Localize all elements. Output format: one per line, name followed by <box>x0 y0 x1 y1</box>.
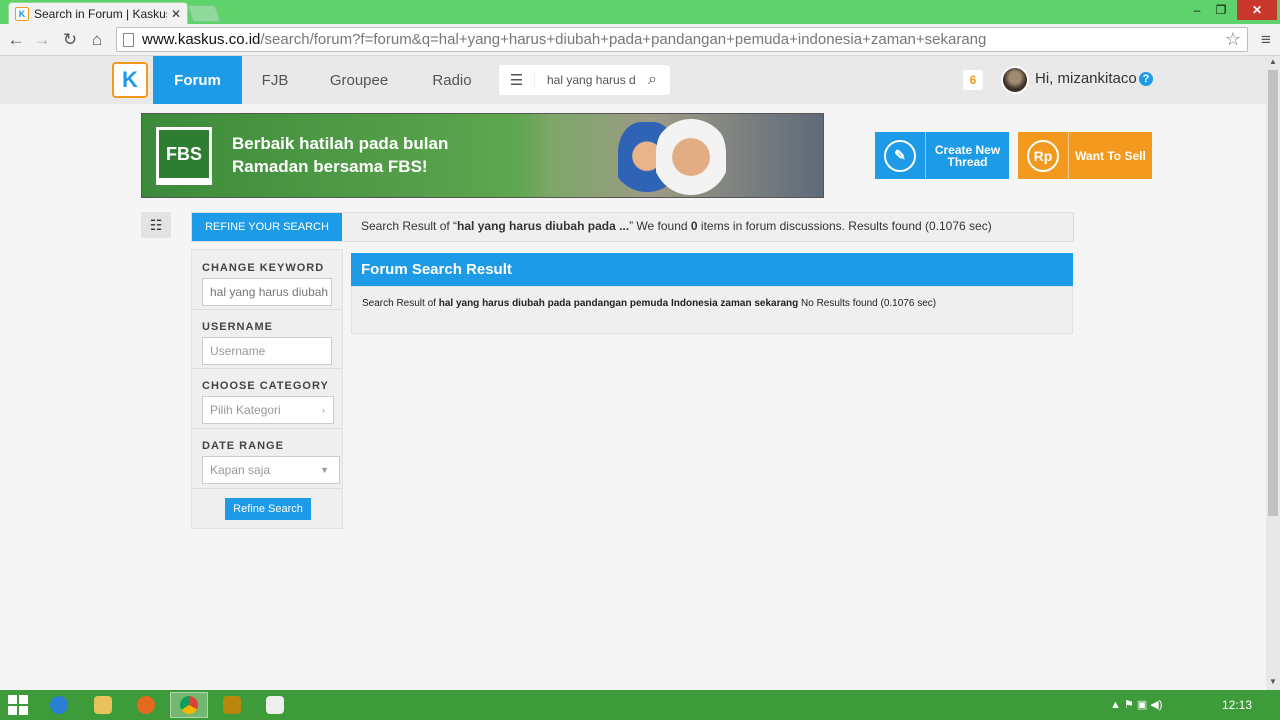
search-icon[interactable]: ⌕ <box>635 71 670 89</box>
results-body: Search Result of hal yang harus diubah p… <box>351 286 1073 334</box>
page-scrollbar[interactable]: ▲ ▼ <box>1266 56 1280 690</box>
chrome-icon[interactable] <box>170 692 208 718</box>
kaskus-logo[interactable]: K <box>112 62 148 98</box>
nav-fjb[interactable]: FJB <box>252 56 298 104</box>
create-thread-label: Create New Thread <box>934 142 1001 169</box>
date-label: DATE RANGE <box>202 440 284 452</box>
create-thread-button[interactable]: ✎ Create New Thread <box>875 132 1009 179</box>
browser-titlebar: K Search in Forum | Kaskus ✕ – ❐ ✕ <box>0 0 1280 24</box>
notification-badge[interactable]: 6 <box>963 70 983 90</box>
keyword-section: CHANGE KEYWORD hal yang harus diubah <box>192 250 342 310</box>
avatar[interactable] <box>1001 66 1029 94</box>
chevron-right-icon: › <box>322 405 325 415</box>
scroll-thumb[interactable] <box>1268 70 1278 516</box>
nav-forum[interactable]: Forum <box>153 56 242 104</box>
nav-search[interactable]: ☰ hal yang harus diubah ⌕ <box>499 65 670 95</box>
tab-refine-your-search[interactable]: REFINE YOUR SEARCH <box>192 213 342 241</box>
want-to-sell-label: Want To Sell <box>1075 148 1146 163</box>
back-arrow-icon[interactable]: ← <box>4 28 28 52</box>
fbs-ad-banner[interactable]: FBS Berbaik hatilah pada bulan Ramadan b… <box>141 113 824 198</box>
category-label: CHOOSE CATEGORY <box>202 380 329 392</box>
firefox-icon[interactable] <box>127 692 165 718</box>
rupiah-icon: Rp <box>1018 132 1069 179</box>
help-icon[interactable]: ? <box>1139 72 1153 86</box>
want-to-sell-button[interactable]: Rp Want To Sell <box>1018 132 1152 179</box>
nav-groupee[interactable]: Groupee <box>318 56 400 104</box>
refine-search-button[interactable]: Refine Search <box>225 498 311 520</box>
window-app-icon[interactable] <box>256 692 294 718</box>
browser-tab[interactable]: K Search in Forum | Kaskus ✕ <box>8 2 188 24</box>
banner-line-2: Ramadan bersama FBS! <box>232 157 428 176</box>
windows-taskbar: ▲ ⚑ ▣ ◀) 12:13 <box>0 690 1280 720</box>
url-host: www.kaskus.co.id <box>142 31 261 48</box>
sidebar-toggle-list-icon[interactable]: ☷ <box>141 212 171 238</box>
browser-toolbar: ← → ↻ ⌂ www.kaskus.co.id/search/forum?f=… <box>0 24 1280 56</box>
username-section: USERNAME Username <box>192 310 342 369</box>
scroll-down-icon: ▼ <box>1269 677 1277 686</box>
banner-line-1: Berbaik hatilah pada bulan <box>232 134 449 153</box>
list-icon[interactable]: ☰ <box>499 71 535 89</box>
reload-icon[interactable]: ↻ <box>58 28 82 52</box>
fbs-logo: FBS <box>156 127 212 185</box>
search-summary: Search Result of “hal yang harus diubah … <box>361 219 992 233</box>
web-page: K Forum FJB Groupee Radio ☰ hal yang har… <box>0 56 1266 690</box>
chrome-menu-icon[interactable]: ≡ <box>1254 28 1278 52</box>
user-greeting[interactable]: Hi, mizankitaco <box>1035 70 1137 87</box>
fbs-logo-text: FBS <box>159 130 209 182</box>
date-section: DATE RANGE Kapan saja ▼ <box>192 429 342 489</box>
explorer-icon[interactable] <box>84 692 122 718</box>
app-icon[interactable] <box>213 692 251 718</box>
results-heading: Forum Search Result <box>351 253 1073 286</box>
category-select[interactable]: Pilih Kategori › <box>202 396 334 424</box>
bookmark-star-icon[interactable]: ☆ <box>1225 29 1241 50</box>
forward-arrow-icon[interactable]: → <box>30 28 54 52</box>
kaskus-navbar: K Forum FJB Groupee Radio ☰ hal yang har… <box>0 56 1266 104</box>
username-label: USERNAME <box>202 321 273 333</box>
tab-close-icon[interactable]: ✕ <box>171 7 181 21</box>
category-section: CHOOSE CATEGORY Pilih Kategori › <box>192 369 342 429</box>
windows-start-icon[interactable] <box>8 695 28 715</box>
maximize-button[interactable]: ❐ <box>1210 0 1232 20</box>
search-summary-bar: REFINE YOUR SEARCH Search Result of “hal… <box>191 212 1074 242</box>
scroll-up-icon: ▲ <box>1269 57 1277 66</box>
close-window-button[interactable]: ✕ <box>1237 0 1277 20</box>
minimize-button[interactable]: – <box>1186 0 1208 20</box>
nav-search-input[interactable]: hal yang harus diubah <box>535 73 635 87</box>
tab-title: Search in Forum | Kaskus <box>34 6 167 21</box>
chevron-down-icon: ▼ <box>320 465 329 475</box>
username-field[interactable]: Username <box>202 337 332 365</box>
banner-photo-boy <box>656 116 726 197</box>
ie-icon[interactable] <box>40 692 78 718</box>
results-text: Search Result of hal yang harus diubah p… <box>362 298 937 309</box>
home-icon[interactable]: ⌂ <box>85 28 109 52</box>
date-range-select[interactable]: Kapan saja ▼ <box>202 456 340 484</box>
banner-text: Berbaik hatilah pada bulan Ramadan bersa… <box>232 132 448 178</box>
system-tray[interactable]: ▲ ⚑ ▣ ◀) <box>1110 698 1162 711</box>
kaskus-favicon-icon: K <box>15 6 29 21</box>
pencil-icon: ✎ <box>875 132 926 179</box>
keyword-label: CHANGE KEYWORD <box>202 262 325 274</box>
new-tab-button[interactable] <box>186 5 222 22</box>
refine-sidebar: CHANGE KEYWORD hal yang harus diubah USE… <box>191 249 343 529</box>
clock[interactable]: 12:13 <box>1222 698 1252 712</box>
nav-radio[interactable]: Radio <box>420 56 484 104</box>
page-icon <box>123 32 134 47</box>
url-path: /search/forum?f=forum&q=hal+yang+harus+d… <box>260 31 987 48</box>
address-bar[interactable]: www.kaskus.co.id/search/forum?f=forum&q=… <box>116 27 1248 52</box>
keyword-input[interactable]: hal yang harus diubah <box>202 278 332 306</box>
